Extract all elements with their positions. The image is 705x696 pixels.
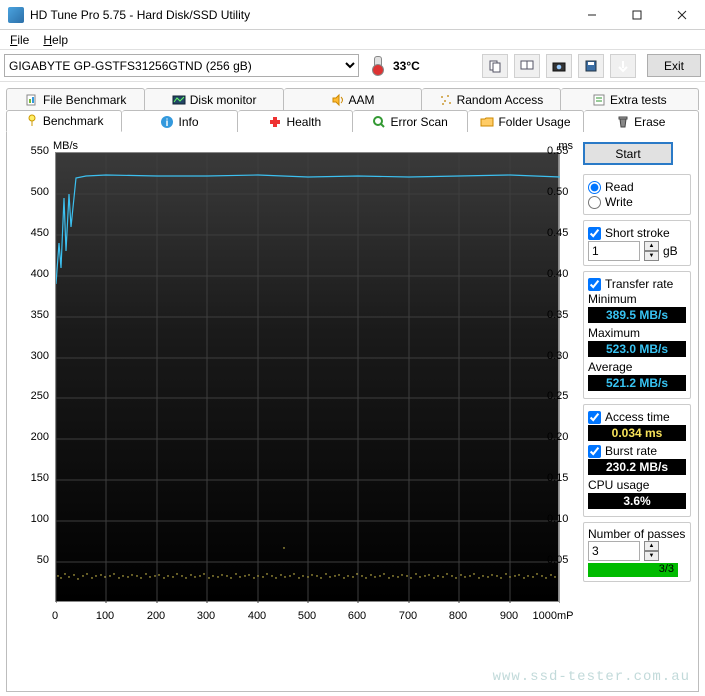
copy-all-icon[interactable]	[514, 54, 540, 78]
access-time-scatter	[57, 547, 555, 579]
spin-up[interactable]: ▲	[644, 241, 659, 251]
passes-progress: 3/3	[588, 563, 678, 577]
spin-down[interactable]: ▼	[644, 251, 659, 261]
cpu-value: 3.6%	[588, 493, 686, 509]
screenshot-icon[interactable]	[546, 54, 572, 78]
benchmark-panel: MB/s ms 550 500 450 400 350 300 250 200	[6, 132, 699, 692]
spin-down[interactable]: ▼	[644, 551, 659, 561]
tabs-secondary: File Benchmark Disk monitor AAM Random A…	[6, 88, 699, 110]
tab-erase[interactable]: Erase	[584, 110, 699, 132]
tab-aam[interactable]: AAM	[284, 88, 422, 110]
toolbar: GIGABYTE GP-GSTFS31256GTND (256 gB) 33°C…	[0, 50, 705, 82]
check-burst-rate[interactable]: Burst rate	[588, 444, 686, 458]
tab-file-benchmark[interactable]: File Benchmark	[6, 88, 145, 110]
title-bar: HD Tune Pro 5.75 - Hard Disk/SSD Utility	[0, 0, 705, 30]
tabs-primary: Benchmark iInfo Health Error Scan Folder…	[6, 110, 699, 132]
close-button[interactable]	[659, 0, 705, 29]
radio-read[interactable]: Read	[588, 180, 686, 194]
max-value: 523.0 MB/s	[588, 341, 686, 357]
tab-disk-monitor[interactable]: Disk monitor	[145, 88, 283, 110]
minimize-button[interactable]	[569, 0, 614, 29]
plot-canvas	[55, 152, 559, 602]
save-icon[interactable]	[578, 54, 604, 78]
tab-error-scan[interactable]: Error Scan	[353, 110, 468, 132]
tab-extra-tests[interactable]: Extra tests	[561, 88, 699, 110]
menu-help[interactable]: Help	[37, 31, 74, 49]
check-access-time[interactable]: Access time	[588, 410, 686, 424]
menu-bar: File Help	[0, 30, 705, 50]
passes-input[interactable]	[588, 541, 640, 561]
window-controls	[569, 0, 705, 29]
window-title: HD Tune Pro 5.75 - Hard Disk/SSD Utility	[30, 8, 569, 22]
watermark: www.ssd-tester.com.au	[493, 669, 690, 685]
check-transfer-rate[interactable]: Transfer rate	[588, 277, 686, 291]
start-button[interactable]: Start	[583, 142, 673, 165]
y-left-unit: MB/s	[53, 140, 78, 152]
menu-file[interactable]: File	[4, 31, 35, 49]
tab-folder-usage[interactable]: Folder Usage	[468, 110, 583, 132]
tab-benchmark[interactable]: Benchmark	[6, 110, 122, 132]
thermometer-icon	[369, 56, 387, 76]
burst-value: 230.2 MB/s	[588, 459, 686, 475]
short-stroke-input[interactable]	[588, 241, 640, 261]
copy-icon[interactable]	[482, 54, 508, 78]
temperature-value: 33°C	[393, 59, 420, 73]
tab-health[interactable]: Health	[238, 110, 353, 132]
side-panel: Start Read Write Short stroke ▲▼ gB Tran…	[583, 142, 691, 685]
radio-write[interactable]: Write	[588, 195, 686, 209]
check-short-stroke[interactable]: Short stroke	[588, 226, 686, 240]
options-icon[interactable]	[610, 54, 636, 78]
svg-text:i: i	[166, 118, 169, 129]
maximize-button[interactable]	[614, 0, 659, 29]
exit-button[interactable]: Exit	[647, 54, 701, 77]
access-time-value: 0.034 ms	[588, 425, 686, 441]
tab-random-access[interactable]: Random Access	[422, 88, 560, 110]
min-value: 389.5 MB/s	[588, 307, 686, 323]
spin-up[interactable]: ▲	[644, 541, 659, 551]
avg-value: 521.2 MB/s	[588, 375, 686, 391]
drive-select[interactable]: GIGABYTE GP-GSTFS31256GTND (256 gB)	[4, 54, 359, 77]
app-icon	[8, 7, 24, 23]
chart-area: MB/s ms 550 500 450 400 350 300 250 200	[13, 142, 573, 632]
tab-info[interactable]: iInfo	[122, 110, 237, 132]
